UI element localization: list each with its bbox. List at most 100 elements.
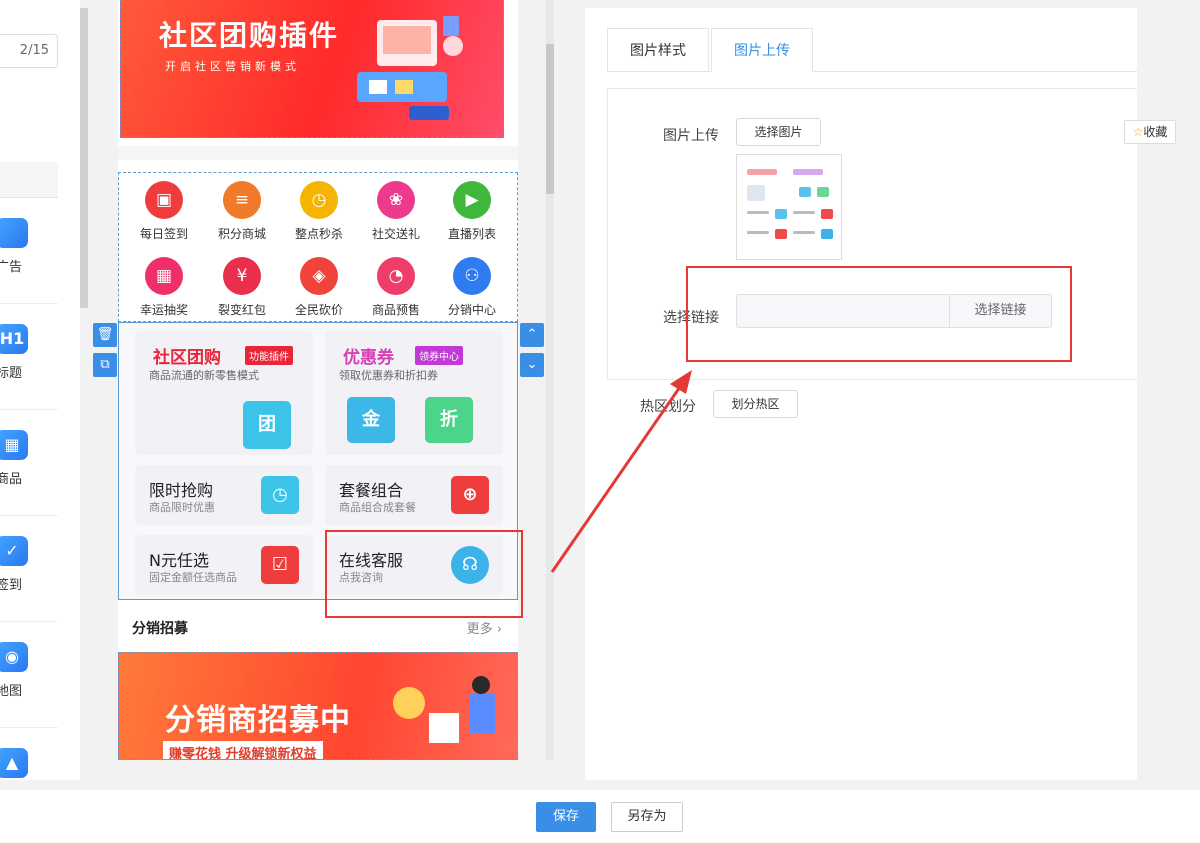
section-gap — [118, 146, 518, 160]
distribution-illustration — [393, 676, 495, 743]
nav-label: 全民砍价 — [294, 303, 343, 317]
more-link[interactable]: 更多 › — [467, 618, 502, 637]
preview-scrollbar[interactable] — [546, 44, 554, 194]
banner-illustration — [357, 16, 463, 120]
tab-image-style[interactable]: 图片样式 — [607, 28, 709, 72]
group-buy-icon: 团 — [243, 401, 291, 449]
calendar-icon: ▣ — [145, 181, 183, 219]
icon-nav-grid: ▣ 每日签到 ≡ 积分商城 ◷ 整点秒杀 ❀ 社交送礼 ▶ 直播列表 ▦ 幸运抽… — [118, 172, 518, 322]
component-label: 播广告 — [0, 260, 22, 275]
component-label: 地图 — [0, 684, 22, 699]
settings-panel: 图片样式 图片上传 图片上传 选择图片 选择链接 选择链接 热区划分 划分热区 — [585, 8, 1137, 780]
tab-image-upload[interactable]: 图片上传 — [711, 28, 813, 72]
nav-item-lucky-draw[interactable]: ▦ 幸运抽奖 — [129, 257, 199, 318]
star-icon: ☆ — [1132, 125, 1144, 139]
map-pin-icon: ◉ — [0, 642, 28, 672]
ad-banner-icon — [0, 218, 28, 248]
delete-icon[interactable]: 🗑 — [93, 323, 117, 347]
card-flash-sale[interactable]: 限时抢购 商品限时优惠 ◷ — [135, 465, 313, 525]
red-packet-icon: ¥ — [223, 257, 261, 295]
editor-root: 2/15 播广告 H1 标题 ▦ 商品 ✓ 签到 ◉ 地图 ▲ 社 — [0, 0, 1200, 843]
card-tag: 功能插件 — [245, 346, 293, 365]
component-products[interactable]: ▦ 商品 — [0, 410, 58, 516]
nav-item-social-gift[interactable]: ❀ 社交送礼 — [361, 181, 431, 242]
hotzone-label: 热区划分 — [640, 399, 696, 415]
tag-icon: ◈ — [300, 257, 338, 295]
annotation-highlight-link — [686, 266, 1072, 362]
component-ad-banner[interactable]: 播广告 — [0, 198, 58, 304]
move-down-icon[interactable]: ⌄ — [520, 353, 544, 377]
basket-icon: ▦ — [0, 430, 28, 460]
hotzone-button[interactable]: 划分热区 — [713, 390, 798, 418]
nav-label: 社交送礼 — [371, 227, 420, 241]
card-subtitle: 商品组合成套餐 — [339, 501, 416, 514]
nav-label: 积分商城 — [217, 227, 266, 241]
gift-icon: ❀ — [377, 181, 415, 219]
check-box-icon: ☑ — [261, 546, 299, 584]
card-subtitle: 固定金额任选商品 — [149, 571, 237, 584]
nav-label: 裂变红包 — [217, 303, 266, 317]
char-counter: 2/15 — [0, 34, 58, 68]
move-up-icon[interactable]: ⌃ — [520, 323, 544, 347]
more-label: 更多 — [466, 622, 493, 637]
component-panel: 2/15 播广告 H1 标题 ▦ 商品 ✓ 签到 ◉ 地图 ▲ — [0, 0, 80, 780]
nav-item-flash-sale[interactable]: ◷ 整点秒杀 — [284, 181, 354, 242]
annotation-highlight-service — [325, 530, 523, 618]
component-map[interactable]: ◉ 地图 — [0, 622, 58, 728]
nav-item-distribution[interactable]: ⚇ 分销中心 — [437, 257, 507, 318]
presale-icon: ◔ — [377, 257, 415, 295]
card-title: 优惠券 — [343, 348, 394, 368]
nav-label: 幸运抽奖 — [139, 303, 188, 317]
card-subtitle: 商品流通的新零售模式 — [149, 369, 259, 382]
card-title: 限时抢购 — [149, 481, 214, 500]
component-label: 商品 — [0, 472, 22, 487]
distribution-banner-title: 分销商招募中 — [165, 703, 351, 738]
distribution-title: 分销招募 — [132, 621, 188, 637]
component-heading[interactable]: H1 标题 — [0, 304, 58, 410]
chevron-right-icon: › — [496, 622, 502, 637]
component-category-header — [0, 162, 58, 198]
card-coupon[interactable]: 优惠券 领券中心 领取优惠券和折扣券 金 折 — [325, 331, 503, 455]
card-subtitle: 领取优惠券和折扣券 — [339, 369, 438, 382]
nav-item-daily-checkin[interactable]: ▣ 每日签到 — [129, 181, 199, 242]
thumbnail-preview — [745, 163, 833, 251]
save-as-button[interactable]: 另存为 — [611, 802, 683, 832]
banner-title: 社区团购插件 — [159, 19, 340, 52]
nav-item-points-mall[interactable]: ≡ 积分商城 — [207, 181, 277, 242]
copy-icon[interactable]: ⧉ — [93, 353, 117, 377]
card-subtitle: 商品限时优惠 — [149, 501, 215, 514]
image-icon: ▲ — [0, 748, 28, 778]
choose-image-button[interactable]: 选择图片 — [736, 118, 821, 146]
nav-item-presale[interactable]: ◔ 商品预售 — [361, 257, 431, 318]
save-button[interactable]: 保存 — [536, 802, 596, 832]
uploaded-image-thumbnail[interactable] — [736, 154, 842, 260]
phone-preview: 社区团购插件 开启社区营销新模式 ▣ 每日签到 ≡ 积分商城 ◷ 整点秒杀 ❀ … — [118, 0, 518, 760]
favorite-button[interactable]: ☆收藏 — [1124, 120, 1176, 144]
nav-item-red-packet[interactable]: ¥ 裂变红包 — [207, 257, 277, 318]
component-label: 签到 — [0, 578, 22, 593]
distribution-banner[interactable]: 分销商招募中 赚零花钱 升级解锁新权益 — [118, 652, 518, 760]
heading-icon: H1 — [0, 324, 28, 354]
left-scrollbar[interactable] — [80, 8, 88, 308]
card-title: 套餐组合 — [339, 481, 404, 500]
alarm-clock-icon: ◷ — [300, 181, 338, 219]
component-checkin[interactable]: ✓ 签到 — [0, 516, 58, 622]
card-group-buy[interactable]: 社区团购 功能插件 商品流通的新零售模式 团 — [135, 331, 313, 455]
nav-label: 直播列表 — [447, 227, 496, 241]
bottom-bar — [0, 790, 1200, 843]
upload-label: 图片上传 — [663, 128, 719, 144]
nav-label: 商品预售 — [371, 303, 420, 317]
component-label: 标题 — [0, 366, 22, 381]
component-image[interactable]: ▲ — [0, 728, 58, 780]
distribution-banner-subtitle: 赚零花钱 升级解锁新权益 — [163, 741, 323, 759]
card-combo[interactable]: 套餐组合 商品组合成套餐 ⊕ — [325, 465, 503, 525]
card-n-yuan[interactable]: N元任选 固定金额任选商品 ☑ — [135, 535, 313, 595]
card-title: 社区团购 — [153, 348, 221, 368]
coupon-discount-icon: 折 — [425, 397, 473, 443]
nav-item-bargain[interactable]: ◈ 全民砍价 — [284, 257, 354, 318]
nav-item-live-list[interactable]: ▶ 直播列表 — [437, 181, 507, 242]
nav-label: 整点秒杀 — [294, 227, 343, 241]
top-banner[interactable]: 社区团购插件 开启社区营销新模式 — [120, 0, 504, 138]
network-icon: ⚇ — [453, 257, 491, 295]
nav-label: 每日签到 — [139, 227, 188, 241]
